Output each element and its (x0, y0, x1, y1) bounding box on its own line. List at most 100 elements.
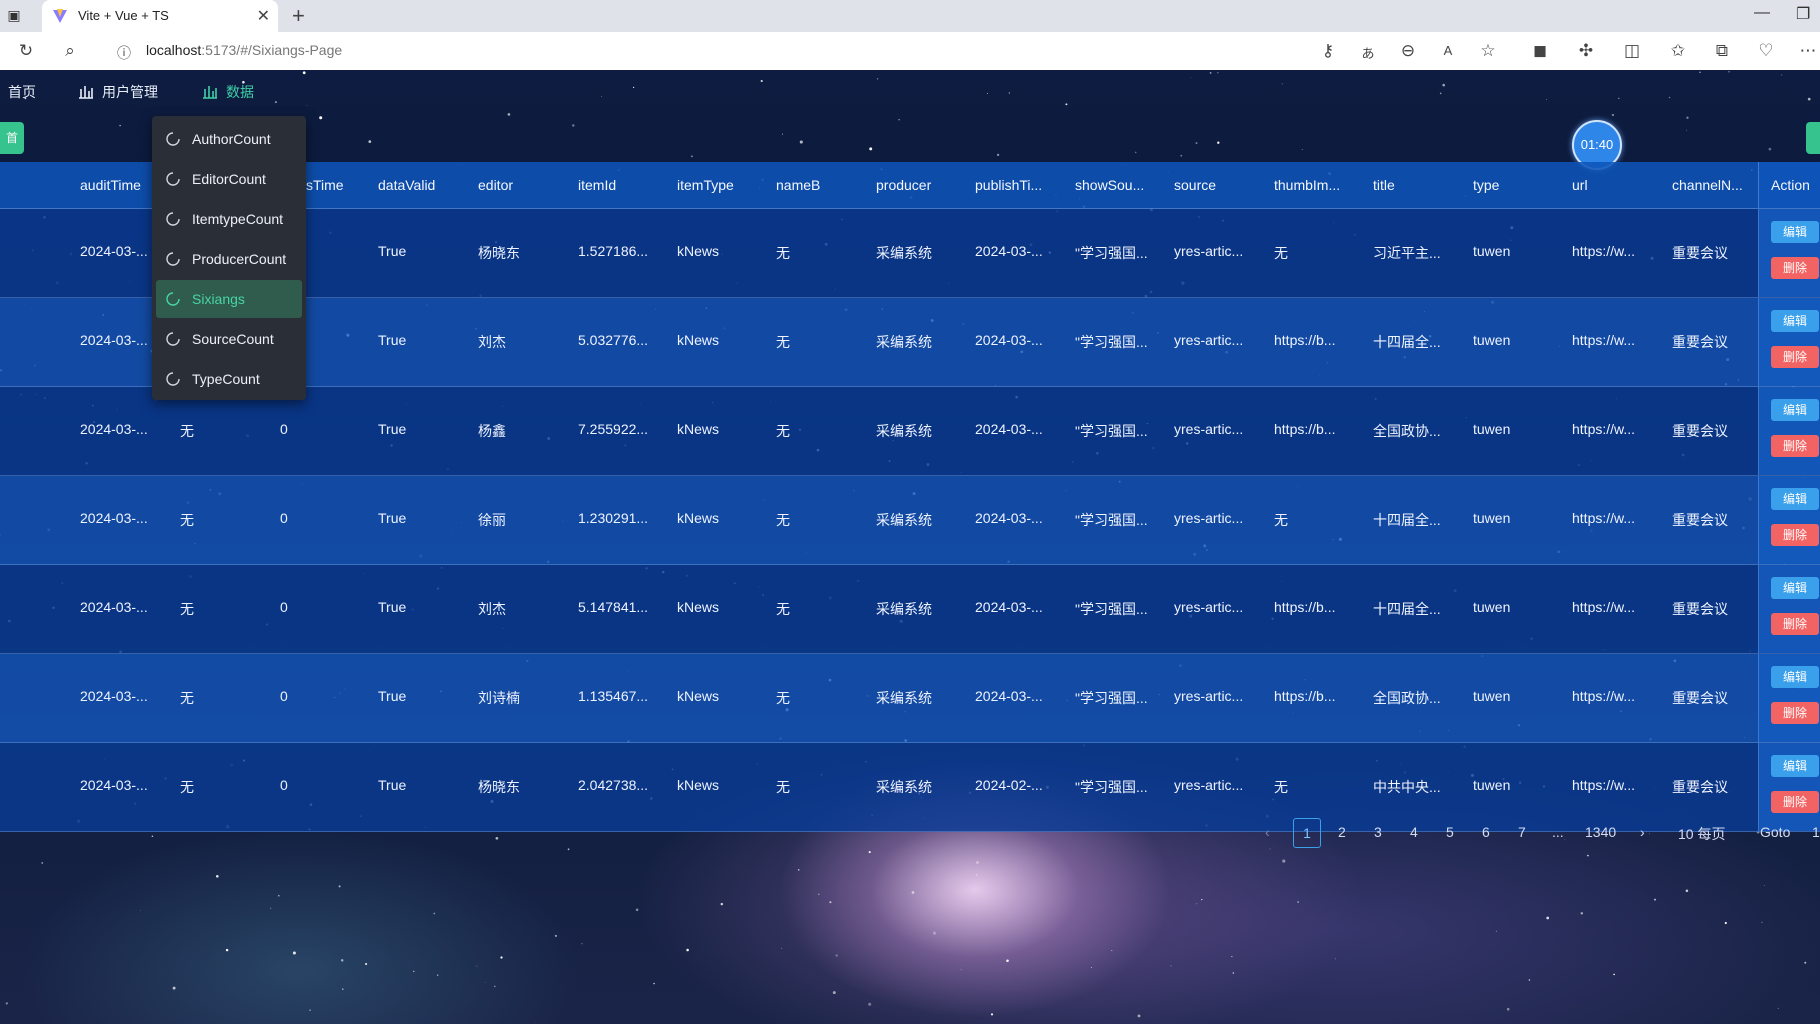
browser-tab[interactable]: Vite + Vue + TS ✕ (42, 0, 278, 32)
key-icon[interactable]: ⚷ (1318, 41, 1338, 61)
prev-page-button[interactable]: ‹ (1265, 824, 1270, 840)
cell-dataValid: True (378, 688, 407, 704)
favorites-icon[interactable]: ✩ (1668, 41, 1688, 61)
col-dataValid[interactable]: dataValid (378, 177, 435, 193)
refresh-icon[interactable]: ↻ (16, 41, 36, 61)
cell-itemId: 1.527186... (578, 243, 649, 259)
cell-title: 习近平主... (1373, 245, 1441, 261)
edit-button[interactable]: 编辑 (1771, 577, 1819, 599)
page-button[interactable]: 4 (1410, 824, 1418, 840)
cell-dataValid: True (378, 243, 407, 259)
performance-icon[interactable]: ♡ (1756, 41, 1776, 61)
menu-item-sourcecount[interactable]: SourceCount (156, 320, 302, 358)
delete-button[interactable]: 删除 (1771, 524, 1819, 546)
cell-title: 中共中央... (1373, 779, 1441, 795)
page-button[interactable]: 5 (1446, 824, 1454, 840)
restore-icon[interactable]: ❐ (1796, 4, 1810, 24)
page-button[interactable]: 3 (1374, 824, 1382, 840)
side-tab-left[interactable]: 首 (0, 122, 24, 154)
cell-thumb: https://b... (1274, 688, 1336, 704)
new-tab-icon[interactable]: + (292, 3, 305, 29)
cell-source: yres-artic... (1174, 599, 1244, 615)
more-menu-icon[interactable]: ⋯ (1798, 41, 1818, 61)
side-tab-right[interactable] (1806, 122, 1820, 154)
cell-producer: 采编系统 (876, 423, 932, 439)
page-button-last[interactable]: 1340 (1585, 824, 1616, 840)
edit-button[interactable]: 编辑 (1771, 399, 1819, 421)
page-button-current[interactable]: 1 (1293, 818, 1321, 848)
tab-actions-icon[interactable]: ▣ (6, 7, 22, 23)
col-title[interactable]: title (1373, 177, 1395, 193)
split-screen-icon[interactable]: ◫ (1622, 41, 1642, 61)
top-nav: 首页 用户管理 数据 (0, 70, 1820, 112)
delete-button[interactable]: 删除 (1771, 791, 1819, 813)
edit-button[interactable]: 编辑 (1771, 666, 1819, 688)
extension-icon[interactable]: ◼ (1530, 41, 1550, 61)
puzzle-icon[interactable]: ✣ (1576, 41, 1596, 61)
col-itemType[interactable]: itemType (677, 177, 734, 193)
col-showSource[interactable]: showSou... (1075, 177, 1144, 193)
col-url[interactable]: url (1572, 177, 1588, 193)
read-aloud-icon[interactable]: A (1438, 43, 1458, 58)
menu-item-editorcount[interactable]: EditorCount (156, 160, 302, 198)
cell-nameB: 无 (776, 423, 790, 439)
goto-input[interactable]: 1 (1812, 824, 1820, 840)
cell-publishTime: 2024-03-... (975, 599, 1043, 615)
cell-title: 十四届全... (1373, 334, 1441, 350)
col-type[interactable]: type (1473, 177, 1499, 193)
col-auditTime[interactable]: auditTime (80, 177, 141, 193)
nav-data[interactable]: 数据 (202, 82, 254, 102)
nav-users[interactable]: 用户管理 (78, 82, 158, 102)
col-editor[interactable]: editor (478, 177, 513, 193)
cell-showSource: "学习强国... (1075, 245, 1148, 261)
menu-item-producercount[interactable]: ProducerCount (156, 240, 302, 278)
pie-chart-icon (166, 372, 180, 386)
page-button[interactable]: 7 (1518, 824, 1526, 840)
delete-button[interactable]: 删除 (1771, 435, 1819, 457)
close-tab-icon[interactable]: ✕ (257, 6, 270, 26)
minimize-icon[interactable]: — (1754, 4, 1770, 22)
col-channelName[interactable]: channelN... (1672, 177, 1743, 193)
delete-button[interactable]: 删除 (1771, 613, 1819, 635)
url-field[interactable]: localhost:5173/#/Sixiangs-Page (146, 42, 342, 58)
edit-button[interactable]: 编辑 (1771, 221, 1819, 243)
favorite-star-icon[interactable]: ☆ (1478, 41, 1498, 61)
cell-source: yres-artic... (1174, 332, 1244, 348)
col-sTime[interactable]: sTime (306, 177, 344, 193)
col-source[interactable]: source (1174, 177, 1216, 193)
page-button[interactable]: 2 (1338, 824, 1346, 840)
col-nameB[interactable]: nameB (776, 177, 820, 193)
edit-button[interactable]: 编辑 (1771, 488, 1819, 510)
col-producer[interactable]: producer (876, 177, 931, 193)
site-info-icon[interactable]: ⓘ (114, 43, 134, 63)
translate-icon[interactable]: あ (1358, 43, 1378, 62)
col-action-cell: Action (1758, 162, 1820, 208)
menu-item-itemtypecount[interactable]: ItemtypeCount (156, 200, 302, 238)
nav-data-label: 数据 (226, 84, 254, 100)
menu-item-authorcount[interactable]: AuthorCount (156, 120, 302, 158)
zoom-out-icon[interactable]: ⊖ (1398, 41, 1418, 61)
search-icon[interactable]: ⌕ (60, 41, 80, 61)
menu-item-label: ItemtypeCount (192, 211, 284, 227)
cell-showSource: "学习强国... (1075, 601, 1148, 617)
col-itemId[interactable]: itemId (578, 177, 616, 193)
page-ellipsis[interactable]: ... (1552, 824, 1564, 840)
edit-button[interactable]: 编辑 (1771, 310, 1819, 332)
delete-button[interactable]: 删除 (1771, 257, 1819, 279)
edit-button[interactable]: 编辑 (1771, 755, 1819, 777)
menu-item-sixiangs[interactable]: Sixiangs (156, 280, 302, 318)
delete-button[interactable]: 删除 (1771, 346, 1819, 368)
col-publishTime[interactable]: publishTi... (975, 177, 1042, 193)
next-page-button[interactable]: › (1640, 824, 1645, 840)
delete-button[interactable]: 删除 (1771, 702, 1819, 724)
cell-type: tuwen (1473, 688, 1511, 704)
cell-thumb: 无 (1274, 779, 1288, 795)
cell-c3: 0 (280, 421, 288, 437)
page-size-select[interactable]: 10 每页 (1678, 824, 1725, 844)
collections-icon[interactable]: ⧉ (1712, 41, 1732, 61)
menu-item-typecount[interactable]: TypeCount (156, 360, 302, 398)
nav-home[interactable]: 首页 (8, 82, 36, 102)
page-button[interactable]: 6 (1482, 824, 1490, 840)
col-thumbImage[interactable]: thumbIm... (1274, 177, 1340, 193)
cell-channel: 重要会议 (1672, 690, 1728, 706)
